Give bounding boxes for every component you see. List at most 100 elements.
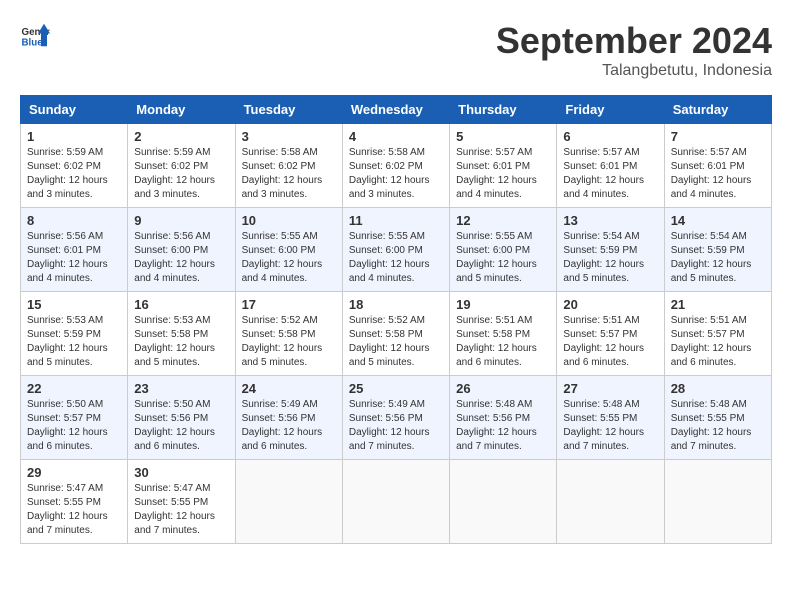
weekday-header-sunday: Sunday <box>21 96 128 124</box>
day-number: 21 <box>671 297 765 312</box>
day-info: Sunrise: 5:59 AM Sunset: 6:02 PM Dayligh… <box>134 146 228 202</box>
day-info: Sunrise: 5:47 AM Sunset: 5:55 PM Dayligh… <box>27 482 121 538</box>
day-info: Sunrise: 5:49 AM Sunset: 5:56 PM Dayligh… <box>349 398 443 454</box>
weekday-header-wednesday: Wednesday <box>342 96 449 124</box>
day-number: 4 <box>349 129 443 144</box>
calendar-cell: 17Sunrise: 5:52 AM Sunset: 5:58 PM Dayli… <box>235 292 342 376</box>
calendar-week-5: 29 Sunrise: 5:47 AM Sunset: 5:55 PM Dayli… <box>21 460 772 544</box>
day-number: 17 <box>242 297 336 312</box>
calendar-cell: 25 Sunrise: 5:49 AM Sunset: 5:56 PM Dayli… <box>342 376 449 460</box>
calendar-cell: 29 Sunrise: 5:47 AM Sunset: 5:55 PM Dayli… <box>21 460 128 544</box>
calendar-cell: 26Sunrise: 5:48 AM Sunset: 5:56 PM Dayli… <box>450 376 557 460</box>
day-number: 23 <box>134 381 228 396</box>
day-info: Sunrise: 5:56 AM Sunset: 6:00 PM Dayligh… <box>134 230 228 286</box>
day-number: 6 <box>563 129 657 144</box>
calendar-cell: 23 Sunrise: 5:50 AM Sunset: 5:56 PM Dayli… <box>128 376 235 460</box>
calendar-cell <box>342 460 449 544</box>
day-info: Sunrise: 5:55 AM Sunset: 6:00 PM Dayligh… <box>349 230 443 286</box>
day-info: Sunrise: 5:59 AM Sunset: 6:02 PM Dayligh… <box>27 146 121 202</box>
calendar-cell: 15Sunrise: 5:53 AM Sunset: 5:59 PM Dayli… <box>21 292 128 376</box>
day-info: Sunrise: 5:52 AM Sunset: 5:58 PM Dayligh… <box>349 314 443 370</box>
calendar-week-3: 15Sunrise: 5:53 AM Sunset: 5:59 PM Dayli… <box>21 292 772 376</box>
day-number: 18 <box>349 297 443 312</box>
calendar-cell: 28 Sunrise: 5:48 AM Sunset: 5:55 PM Dayli… <box>664 376 771 460</box>
day-info: Sunrise: 5:51 AM Sunset: 5:57 PM Dayligh… <box>671 314 765 370</box>
day-number: 12 <box>456 213 550 228</box>
day-info: Sunrise: 5:55 AM Sunset: 6:00 PM Dayligh… <box>456 230 550 286</box>
day-number: 29 <box>27 465 121 480</box>
day-number: 24 <box>242 381 336 396</box>
day-info: Sunrise: 5:50 AM Sunset: 5:56 PM Dayligh… <box>134 398 228 454</box>
day-number: 27 <box>563 381 657 396</box>
day-number: 10 <box>242 213 336 228</box>
calendar-cell: 4Sunrise: 5:58 AM Sunset: 6:02 PM Daylig… <box>342 124 449 208</box>
calendar-cell: 12 Sunrise: 5:55 AM Sunset: 6:00 PM Dayli… <box>450 208 557 292</box>
logo-icon: General Blue <box>20 20 50 50</box>
day-info: Sunrise: 5:58 AM Sunset: 6:02 PM Dayligh… <box>242 146 336 202</box>
day-number: 14 <box>671 213 765 228</box>
day-info: Sunrise: 5:49 AM Sunset: 5:56 PM Dayligh… <box>242 398 336 454</box>
day-info: Sunrise: 5:56 AM Sunset: 6:01 PM Dayligh… <box>27 230 121 286</box>
calendar-cell: 11Sunrise: 5:55 AM Sunset: 6:00 PM Dayli… <box>342 208 449 292</box>
day-info: Sunrise: 5:54 AM Sunset: 5:59 PM Dayligh… <box>671 230 765 286</box>
day-number: 7 <box>671 129 765 144</box>
day-number: 25 <box>349 381 443 396</box>
title-block: September 2024 Talangbetutu, Indonesia <box>496 20 772 80</box>
weekday-header-friday: Friday <box>557 96 664 124</box>
day-number: 28 <box>671 381 765 396</box>
weekday-header-thursday: Thursday <box>450 96 557 124</box>
day-info: Sunrise: 5:48 AM Sunset: 5:55 PM Dayligh… <box>671 398 765 454</box>
calendar-cell: 2 Sunrise: 5:59 AM Sunset: 6:02 PM Daylig… <box>128 124 235 208</box>
calendar-cell: 13 Sunrise: 5:54 AM Sunset: 5:59 PM Dayli… <box>557 208 664 292</box>
calendar-cell: 16 Sunrise: 5:53 AM Sunset: 5:58 PM Dayli… <box>128 292 235 376</box>
logo: General Blue <box>20 20 50 50</box>
day-info: Sunrise: 5:55 AM Sunset: 6:00 PM Dayligh… <box>242 230 336 286</box>
calendar-cell: 18 Sunrise: 5:52 AM Sunset: 5:58 PM Dayli… <box>342 292 449 376</box>
day-info: Sunrise: 5:47 AM Sunset: 5:55 PM Dayligh… <box>134 482 228 538</box>
calendar-cell: 10 Sunrise: 5:55 AM Sunset: 6:00 PM Dayli… <box>235 208 342 292</box>
day-number: 16 <box>134 297 228 312</box>
calendar-cell: 30 Sunrise: 5:47 AM Sunset: 5:55 PM Dayli… <box>128 460 235 544</box>
day-number: 22 <box>27 381 121 396</box>
day-info: Sunrise: 5:57 AM Sunset: 6:01 PM Dayligh… <box>563 146 657 202</box>
calendar-cell: 6 Sunrise: 5:57 AM Sunset: 6:01 PM Daylig… <box>557 124 664 208</box>
day-number: 5 <box>456 129 550 144</box>
calendar-cell <box>450 460 557 544</box>
location: Talangbetutu, Indonesia <box>496 62 772 80</box>
calendar-cell <box>235 460 342 544</box>
day-number: 3 <box>242 129 336 144</box>
calendar-cell: 8 Sunrise: 5:56 AM Sunset: 6:01 PM Daylig… <box>21 208 128 292</box>
calendar-cell: 1 Sunrise: 5:59 AM Sunset: 6:02 PM Daylig… <box>21 124 128 208</box>
day-number: 30 <box>134 465 228 480</box>
day-info: Sunrise: 5:50 AM Sunset: 5:57 PM Dayligh… <box>27 398 121 454</box>
svg-text:Blue: Blue <box>22 38 44 49</box>
day-number: 15 <box>27 297 121 312</box>
day-info: Sunrise: 5:57 AM Sunset: 6:01 PM Dayligh… <box>671 146 765 202</box>
calendar-cell: 14 Sunrise: 5:54 AM Sunset: 5:59 PM Dayli… <box>664 208 771 292</box>
day-info: Sunrise: 5:53 AM Sunset: 5:58 PM Dayligh… <box>134 314 228 370</box>
calendar-header-row: SundayMondayTuesdayWednesdayThursdayFrid… <box>21 96 772 124</box>
day-info: Sunrise: 5:57 AM Sunset: 6:01 PM Dayligh… <box>456 146 550 202</box>
day-info: Sunrise: 5:51 AM Sunset: 5:58 PM Dayligh… <box>456 314 550 370</box>
day-number: 26 <box>456 381 550 396</box>
day-number: 8 <box>27 213 121 228</box>
calendar-cell: 22 Sunrise: 5:50 AM Sunset: 5:57 PM Dayli… <box>21 376 128 460</box>
calendar-cell: 24 Sunrise: 5:49 AM Sunset: 5:56 PM Dayli… <box>235 376 342 460</box>
page-header: General Blue September 2024 Talangbetutu… <box>20 20 772 80</box>
day-info: Sunrise: 5:51 AM Sunset: 5:57 PM Dayligh… <box>563 314 657 370</box>
calendar-cell: 19 Sunrise: 5:51 AM Sunset: 5:58 PM Dayli… <box>450 292 557 376</box>
day-number: 9 <box>134 213 228 228</box>
calendar-week-1: 1 Sunrise: 5:59 AM Sunset: 6:02 PM Daylig… <box>21 124 772 208</box>
calendar-cell: 3 Sunrise: 5:58 AM Sunset: 6:02 PM Daylig… <box>235 124 342 208</box>
day-number: 13 <box>563 213 657 228</box>
weekday-header-saturday: Saturday <box>664 96 771 124</box>
day-info: Sunrise: 5:54 AM Sunset: 5:59 PM Dayligh… <box>563 230 657 286</box>
calendar-cell <box>557 460 664 544</box>
day-number: 19 <box>456 297 550 312</box>
calendar-cell: 21 Sunrise: 5:51 AM Sunset: 5:57 PM Dayli… <box>664 292 771 376</box>
day-number: 2 <box>134 129 228 144</box>
month-title: September 2024 <box>496 20 772 62</box>
day-number: 1 <box>27 129 121 144</box>
weekday-header-tuesday: Tuesday <box>235 96 342 124</box>
calendar-cell: 27Sunrise: 5:48 AM Sunset: 5:55 PM Dayli… <box>557 376 664 460</box>
